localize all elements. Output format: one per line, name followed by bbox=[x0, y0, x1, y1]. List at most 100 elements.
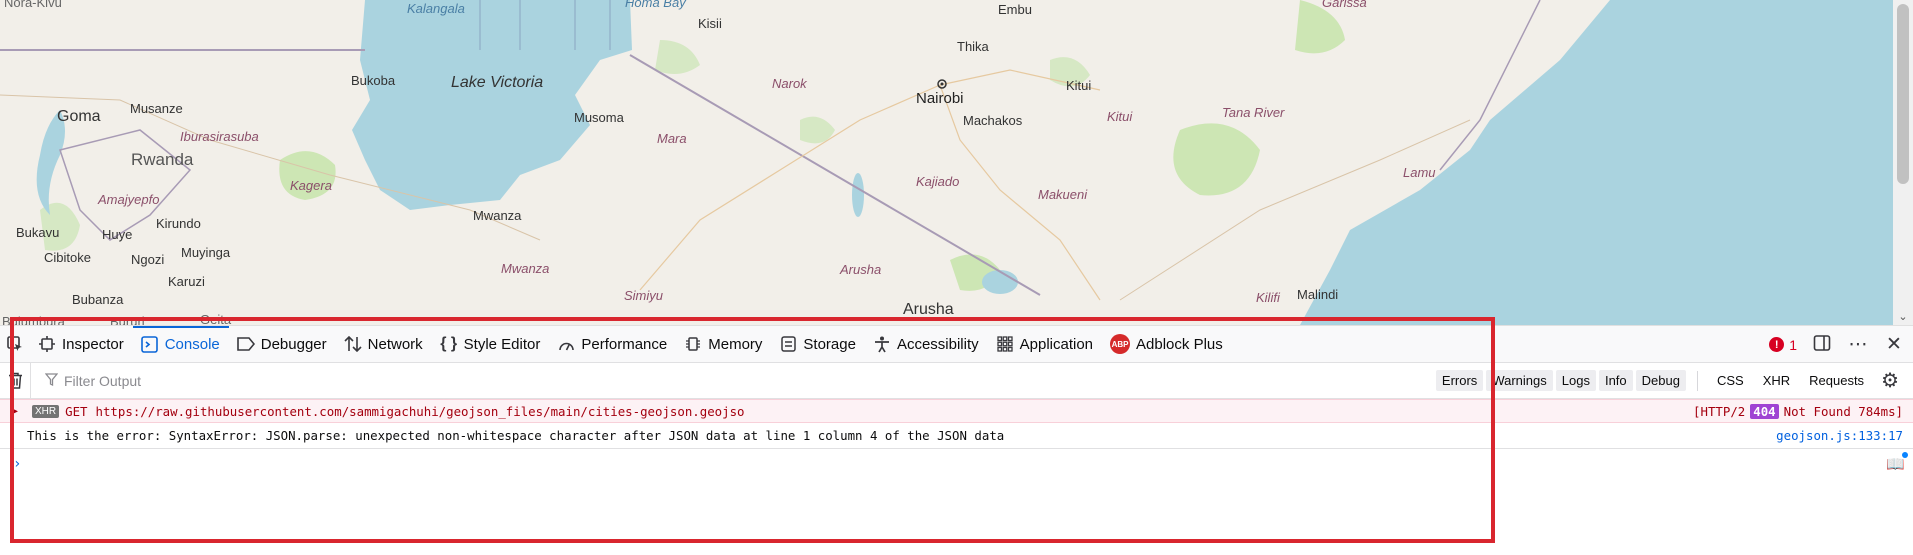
more-options-icon[interactable]: ⋯ bbox=[1847, 335, 1869, 354]
tab-label: Performance bbox=[581, 335, 668, 353]
tab-inspector[interactable]: Inspector bbox=[30, 326, 133, 363]
tab-label: Application bbox=[1019, 335, 1094, 353]
map-label: Bukoba bbox=[351, 73, 396, 88]
tab-style-editor[interactable]: { } Style Editor bbox=[432, 326, 550, 363]
map-label: Musoma bbox=[574, 110, 624, 125]
gear-icon[interactable]: ⚙ bbox=[1875, 368, 1907, 393]
filter-funnel-icon bbox=[44, 372, 59, 389]
tab-console[interactable]: Console bbox=[132, 325, 229, 363]
clear-console-icon[interactable] bbox=[0, 372, 30, 389]
map-label: Bururi bbox=[110, 314, 145, 325]
status-prefix: [HTTP/2 bbox=[1693, 403, 1746, 419]
editor-mode-icon[interactable]: 📖 bbox=[1886, 452, 1908, 473]
filter-errors-button[interactable]: Errors bbox=[1435, 370, 1484, 391]
inspector-icon bbox=[38, 335, 56, 353]
map-label: Nora-Kivu bbox=[4, 0, 62, 10]
debugger-icon bbox=[236, 335, 255, 353]
map-label: Mwanza bbox=[501, 261, 550, 276]
filter-output-field[interactable] bbox=[30, 362, 1436, 399]
map-label: Kitui bbox=[1066, 78, 1092, 93]
map-label: Nairobi bbox=[916, 90, 964, 107]
map-label: Goma bbox=[57, 108, 101, 125]
map-label: Amajyepfo bbox=[98, 192, 160, 207]
memory-icon bbox=[684, 335, 702, 353]
map-label: Ngozi bbox=[131, 252, 165, 267]
map-label: Thika bbox=[957, 39, 989, 54]
map-label: Geita bbox=[200, 312, 232, 325]
element-picker-icon[interactable] bbox=[0, 326, 30, 363]
tab-label: Network bbox=[367, 335, 423, 353]
map-label: Rwanda bbox=[131, 150, 194, 169]
map-label: Bukavu bbox=[16, 225, 60, 240]
scroll-down-arrow-icon[interactable]: ⌄ bbox=[1893, 310, 1913, 323]
tab-accessibility[interactable]: Accessibility bbox=[865, 326, 988, 363]
tab-performance[interactable]: Performance bbox=[549, 326, 676, 363]
map-label: Tana River bbox=[1222, 105, 1285, 120]
tab-application[interactable]: Application bbox=[988, 326, 1102, 363]
console-input-prompt[interactable]: › 📖 bbox=[0, 449, 1913, 479]
close-icon[interactable]: ✕ bbox=[1883, 335, 1905, 354]
log-source: geojson.js:133:17 bbox=[1776, 428, 1913, 443]
storage-icon bbox=[779, 335, 797, 353]
map-view[interactable]: Nora-Kivu Kalangala Homa Bay Embu Gariss… bbox=[0, 0, 1913, 325]
filter-css-button[interactable]: CSS bbox=[1709, 370, 1752, 391]
map-label: Narok bbox=[772, 76, 807, 91]
page-scrollbar[interactable]: ⌄ bbox=[1893, 0, 1913, 325]
map-label: Malindi bbox=[1297, 287, 1339, 302]
map-label: Lake Victoria bbox=[451, 74, 544, 91]
map-label: Cibitoke bbox=[44, 250, 91, 265]
request-method: GET bbox=[65, 403, 88, 419]
console-message-log: This is the error: SyntaxError: JSON.par… bbox=[0, 423, 1913, 449]
map-label: Homa Bay bbox=[625, 0, 686, 10]
accessibility-icon bbox=[873, 335, 891, 353]
expand-arrow-icon[interactable]: ▶ bbox=[12, 406, 24, 417]
log-level-filters: Errors Warnings Logs Info Debug CSS XHR … bbox=[1435, 368, 1913, 393]
map-label: Bubanza bbox=[72, 292, 124, 307]
tab-adblock-plus[interactable]: ABP Adblock Plus bbox=[1102, 326, 1232, 363]
tab-label: Adblock Plus bbox=[1136, 335, 1223, 353]
tab-label: Console bbox=[164, 335, 220, 353]
map-label: Kagera bbox=[290, 178, 332, 193]
error-count-badge[interactable]: ! 1 bbox=[1769, 337, 1797, 353]
tab-memory[interactable]: Memory bbox=[676, 326, 771, 363]
filter-warnings-button[interactable]: Warnings bbox=[1486, 370, 1553, 391]
tab-label: Storage bbox=[803, 335, 856, 353]
style-editor-icon: { } bbox=[440, 335, 458, 352]
application-icon bbox=[996, 335, 1014, 353]
tab-network[interactable]: Network bbox=[336, 326, 432, 363]
tab-label: Debugger bbox=[260, 335, 327, 353]
tab-storage[interactable]: Storage bbox=[771, 326, 865, 363]
log-text: This is the error: SyntaxError: JSON.par… bbox=[27, 428, 1005, 443]
adblock-plus-icon: ABP bbox=[1110, 334, 1131, 354]
map-label: Musanze bbox=[130, 101, 183, 116]
map-label: Kisii bbox=[698, 16, 722, 31]
status-badge: 404 bbox=[1750, 403, 1779, 419]
tab-label: Accessibility bbox=[896, 335, 979, 353]
console-icon bbox=[141, 335, 159, 353]
tab-debugger[interactable]: Debugger bbox=[229, 326, 336, 363]
console-message-error[interactable]: ▶ XHR GET https://raw.githubusercontent.… bbox=[0, 399, 1913, 423]
performance-icon bbox=[557, 335, 575, 353]
tab-label: Memory bbox=[708, 335, 763, 353]
filter-info-button[interactable]: Info bbox=[1598, 370, 1633, 391]
filter-logs-button[interactable]: Logs bbox=[1555, 370, 1596, 391]
dock-side-icon[interactable] bbox=[1811, 334, 1833, 356]
filter-requests-button[interactable]: Requests bbox=[1801, 370, 1872, 391]
filter-output-input[interactable] bbox=[64, 372, 564, 389]
network-icon bbox=[344, 335, 362, 353]
filter-xhr-button[interactable]: XHR bbox=[1755, 370, 1798, 391]
map-label: Mara bbox=[657, 131, 687, 146]
console-filter-bar: Errors Warnings Logs Info Debug CSS XHR … bbox=[0, 362, 1913, 399]
filter-debug-button[interactable]: Debug bbox=[1635, 370, 1686, 391]
source-link[interactable]: geojson.js:133:17 bbox=[1776, 428, 1903, 443]
devtools-panel: Inspector Console Debugger Network { } S… bbox=[0, 325, 1913, 555]
request-url[interactable]: https://raw.githubusercontent.com/sammig… bbox=[96, 404, 745, 419]
tab-label: Inspector bbox=[62, 335, 124, 353]
scrollbar-thumb[interactable] bbox=[1897, 4, 1909, 184]
map-label: Bujumbura bbox=[2, 314, 65, 325]
map-label: Muyinga bbox=[181, 245, 231, 260]
map-label: Arusha bbox=[903, 301, 954, 318]
map-label: Karuzi bbox=[168, 274, 205, 289]
request-status: [HTTP/2 404 Not Found 784ms] bbox=[1693, 403, 1913, 419]
xhr-badge: XHR bbox=[32, 404, 60, 418]
